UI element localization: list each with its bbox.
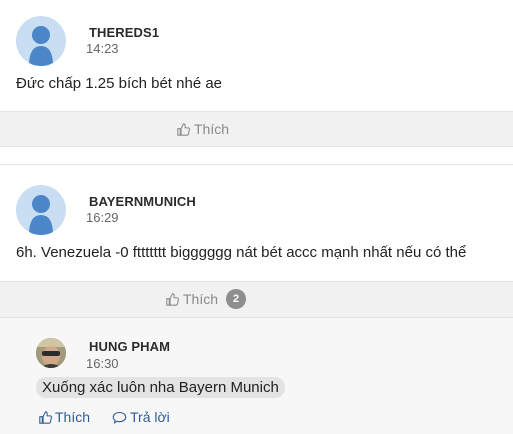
reply-like-label: Thích	[55, 409, 91, 425]
comment-divider	[0, 164, 513, 165]
reply-button[interactable]: Trả lời	[112, 409, 170, 425]
like-label: Thích	[183, 291, 219, 307]
reply-section: HUNG PHAM 16:30 Xuống xác luôn nha Bayer…	[0, 318, 513, 434]
like-button[interactable]: Thích	[177, 121, 229, 137]
timestamp: 16:29	[86, 210, 119, 225]
speech-bubble-icon	[112, 411, 127, 424]
comment-text: 6h. Venezuela -0 fttttttt bigggggg nát b…	[16, 244, 467, 261]
thumbs-up-icon	[39, 410, 52, 424]
user-silhouette-icon	[29, 26, 53, 66]
timestamp: 14:23	[86, 41, 119, 56]
comment-text: Đức chấp 1.25 bích bét nhé ae	[16, 75, 223, 92]
username[interactable]: THEREDS1	[89, 25, 159, 40]
comment-action-bar: Thích 2	[0, 281, 513, 318]
reply-timestamp: 16:30	[86, 356, 119, 371]
user-silhouette-icon	[29, 195, 53, 235]
username[interactable]: BAYERNMUNICH	[89, 194, 196, 209]
comment-action-bar: Thích	[0, 111, 513, 147]
like-label: Thích	[194, 121, 230, 137]
reply-text-bubble: Xuống xác luôn nha Bayern Munich	[36, 377, 285, 398]
like-button[interactable]: Thích 2	[166, 289, 247, 309]
avatar[interactable]	[16, 16, 66, 66]
thumbs-up-icon	[177, 122, 190, 136]
like-count-badge: 2	[226, 289, 247, 309]
thumbs-up-icon	[166, 292, 179, 306]
user-photo-icon	[36, 338, 66, 368]
reply-username[interactable]: HUNG PHAM	[89, 339, 170, 354]
reply-avatar[interactable]	[36, 338, 66, 368]
avatar[interactable]	[16, 185, 66, 235]
reply-button-label: Trả lời	[130, 409, 170, 425]
reply-like-button[interactable]: Thích	[39, 409, 90, 425]
